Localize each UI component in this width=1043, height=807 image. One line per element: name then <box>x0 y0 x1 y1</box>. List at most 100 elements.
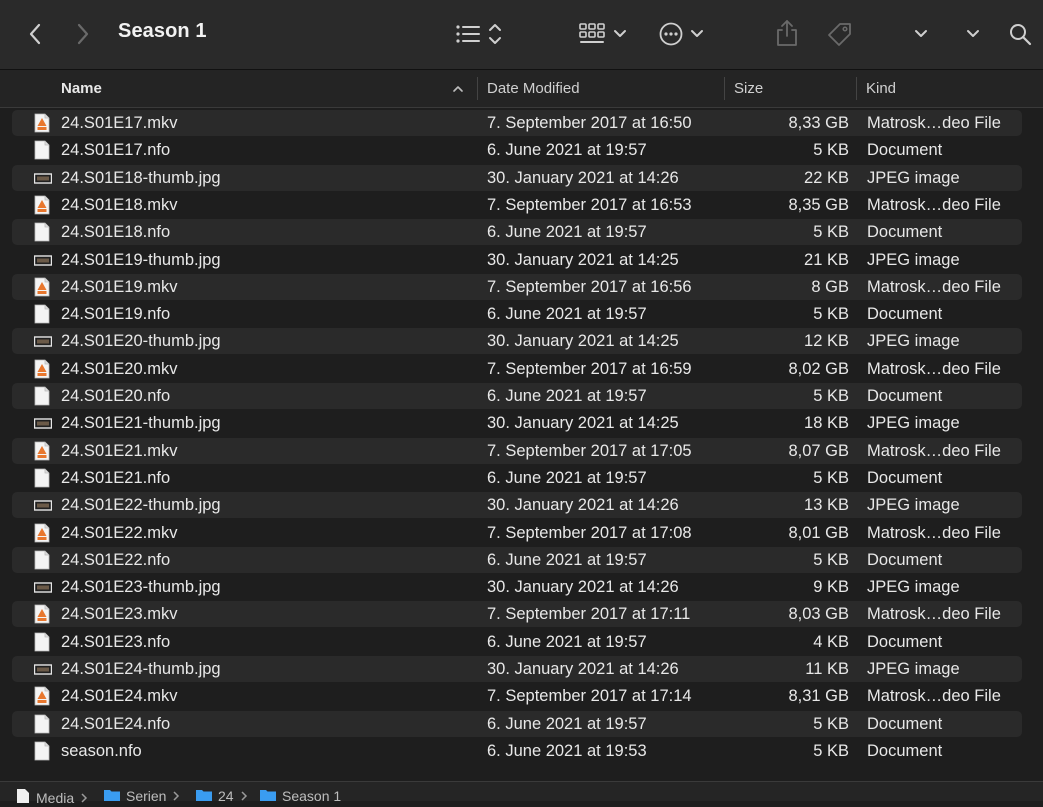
file-size: 5 KB <box>813 141 849 160</box>
path-item-serien[interactable]: Serien <box>104 788 180 804</box>
grid-view-icon <box>579 23 626 43</box>
file-kind: Document <box>867 714 943 733</box>
file-size: 8,07 GB <box>788 441 849 460</box>
file-name: 24.S01E24.nfo <box>61 714 171 733</box>
file-date-modified: 30. January 2021 at 14:25 <box>487 332 679 351</box>
column-header-kind[interactable]: Kind <box>866 70 896 107</box>
file-row[interactable]: 24.S01E22-thumb.jpg 30. January 2021 at … <box>12 492 1022 519</box>
back-button[interactable] <box>22 20 48 48</box>
file-date-modified: 7. September 2017 at 17:08 <box>487 523 692 542</box>
path-bar: Media Serien 24 Season 1 <box>0 781 1043 806</box>
file-list: 24.S01E17.mkv 7. September 2017 at 16:50… <box>0 110 1043 780</box>
file-row[interactable]: 24.S01E21-thumb.jpg 30. January 2021 at … <box>12 410 1022 436</box>
file-kind: Document <box>867 387 943 405</box>
image-thumbnail-icon <box>33 168 53 188</box>
file-row[interactable]: 24.S01E18.mkv 7. September 2017 at 16:53… <box>12 192 1022 218</box>
document-icon <box>34 632 50 652</box>
file-kind: Document <box>867 141 943 160</box>
file-kind: Matrosk…deo File <box>867 605 1001 624</box>
image-thumbnail-icon <box>33 659 53 679</box>
forward-button[interactable] <box>70 20 96 48</box>
file-row[interactable]: 24.S01E22.nfo 6. June 2021 at 19:57 5 KB… <box>12 546 1022 573</box>
file-kind: JPEG image <box>867 250 960 269</box>
file-row[interactable]: 24.S01E20-thumb.jpg 30. January 2021 at … <box>12 328 1022 355</box>
file-name: 24.S01E21.nfo <box>61 468 171 487</box>
file-name: 24.S01E20-thumb.jpg <box>61 332 221 351</box>
document-icon <box>34 140 50 160</box>
file-row[interactable]: 24.S01E24.nfo 6. June 2021 at 19:57 5 KB… <box>12 710 1022 737</box>
view-mode-list-button[interactable] <box>452 20 506 48</box>
file-row[interactable]: 24.S01E22.mkv 7. September 2017 at 17:08… <box>12 520 1022 546</box>
document-icon <box>34 386 50 406</box>
path-item-24[interactable]: 24 <box>196 788 248 804</box>
file-date-modified: 30. January 2021 at 14:25 <box>487 250 679 269</box>
file-date-modified: 7. September 2017 at 17:14 <box>487 687 692 706</box>
file-row[interactable]: 24.S01E20.nfo 6. June 2021 at 19:57 5 KB… <box>12 383 1022 409</box>
file-row[interactable]: 24.S01E24-thumb.jpg 30. January 2021 at … <box>12 656 1022 682</box>
file-date-modified: 6. June 2021 at 19:57 <box>487 387 647 405</box>
file-row[interactable]: 24.S01E21.mkv 7. September 2017 at 17:05… <box>12 437 1022 464</box>
file-kind: JPEG image <box>867 578 960 597</box>
column-separator[interactable] <box>724 77 725 100</box>
file-row[interactable]: 24.S01E21.nfo 6. June 2021 at 19:57 5 KB… <box>12 465 1022 491</box>
file-name: 24.S01E19.nfo <box>61 305 171 324</box>
document-icon <box>34 550 50 570</box>
path-item-media[interactable]: Media <box>16 788 88 807</box>
file-size: 5 KB <box>813 468 849 487</box>
file-name: 24.S01E23.mkv <box>61 605 178 624</box>
file-row[interactable]: 24.S01E18-thumb.jpg 30. January 2021 at … <box>12 164 1022 191</box>
column-separator[interactable] <box>477 77 478 100</box>
file-kind: JPEG image <box>867 496 960 515</box>
search-button[interactable] <box>1006 20 1034 48</box>
toolbar-overflow-button-2[interactable] <box>962 22 984 46</box>
toolbar-overflow-button[interactable] <box>910 22 932 46</box>
file-size: 13 KB <box>804 496 849 515</box>
path-item-season-1[interactable]: Season 1 <box>260 788 341 804</box>
mkv-file-icon <box>34 441 50 461</box>
share-button[interactable] <box>774 18 800 48</box>
file-name: 24.S01E24-thumb.jpg <box>61 660 221 678</box>
file-date-modified: 30. January 2021 at 14:26 <box>487 578 679 597</box>
file-row[interactable]: 24.S01E18.nfo 6. June 2021 at 19:57 5 KB… <box>12 219 1022 246</box>
file-row[interactable]: 24.S01E19.nfo 6. June 2021 at 19:57 5 KB… <box>12 301 1022 327</box>
file-size: 8 GB <box>811 277 849 296</box>
document-icon <box>34 741 50 761</box>
file-date-modified: 6. June 2021 at 19:57 <box>487 632 647 651</box>
file-kind: Matrosk…deo File <box>867 277 1001 296</box>
path-item-label: Season 1 <box>282 788 342 804</box>
file-size: 8,02 GB <box>788 359 849 378</box>
file-row[interactable]: 24.S01E17.mkv 7. September 2017 at 16:50… <box>12 110 1022 136</box>
folder-icon <box>260 788 276 804</box>
file-row[interactable]: 24.S01E20.mkv 7. September 2017 at 16:59… <box>12 356 1022 382</box>
mkv-file-icon <box>34 686 50 706</box>
group-button[interactable] <box>578 20 630 48</box>
ellipsis-circle-icon <box>659 22 703 46</box>
file-row[interactable]: 24.S01E23.mkv 7. September 2017 at 17:11… <box>12 601 1022 628</box>
file-row[interactable]: 24.S01E19.mkv 7. September 2017 at 16:56… <box>12 273 1022 300</box>
column-header-name[interactable]: Name <box>61 70 102 107</box>
file-row[interactable]: 24.S01E23.nfo 6. June 2021 at 19:57 4 KB… <box>12 629 1022 655</box>
path-item-label: Media <box>36 789 75 806</box>
mkv-file-icon <box>34 277 50 297</box>
tag-button[interactable] <box>824 18 856 50</box>
column-header-size[interactable]: Size <box>734 70 763 107</box>
file-date-modified: 30. January 2021 at 14:26 <box>487 168 679 187</box>
file-name: 24.S01E22-thumb.jpg <box>61 496 221 515</box>
file-row[interactable]: 24.S01E19-thumb.jpg 30. January 2021 at … <box>12 247 1022 273</box>
sort-indicator[interactable] <box>452 70 464 107</box>
file-date-modified: 30. January 2021 at 14:25 <box>487 414 679 433</box>
file-row[interactable]: 24.S01E23-thumb.jpg 30. January 2021 at … <box>12 574 1022 600</box>
column-header-date[interactable]: Date Modified <box>487 70 580 107</box>
file-row[interactable]: 24.S01E24.mkv 7. September 2017 at 17:14… <box>12 683 1022 709</box>
file-size: 8,01 GB <box>788 523 849 542</box>
action-button[interactable] <box>658 20 706 48</box>
file-row[interactable]: season.nfo 6. June 2021 at 19:53 5 KB Do… <box>12 738 1022 764</box>
chevron-left-icon <box>29 23 41 45</box>
file-name: 24.S01E19-thumb.jpg <box>61 250 221 269</box>
file-row[interactable]: 24.S01E17.nfo 6. June 2021 at 19:57 5 KB… <box>12 137 1022 163</box>
file-kind: Document <box>867 305 943 324</box>
mkv-file-icon <box>34 604 50 624</box>
file-date-modified: 30. January 2021 at 14:26 <box>487 496 679 515</box>
column-separator[interactable] <box>856 77 857 100</box>
mkv-file-icon <box>34 359 50 379</box>
